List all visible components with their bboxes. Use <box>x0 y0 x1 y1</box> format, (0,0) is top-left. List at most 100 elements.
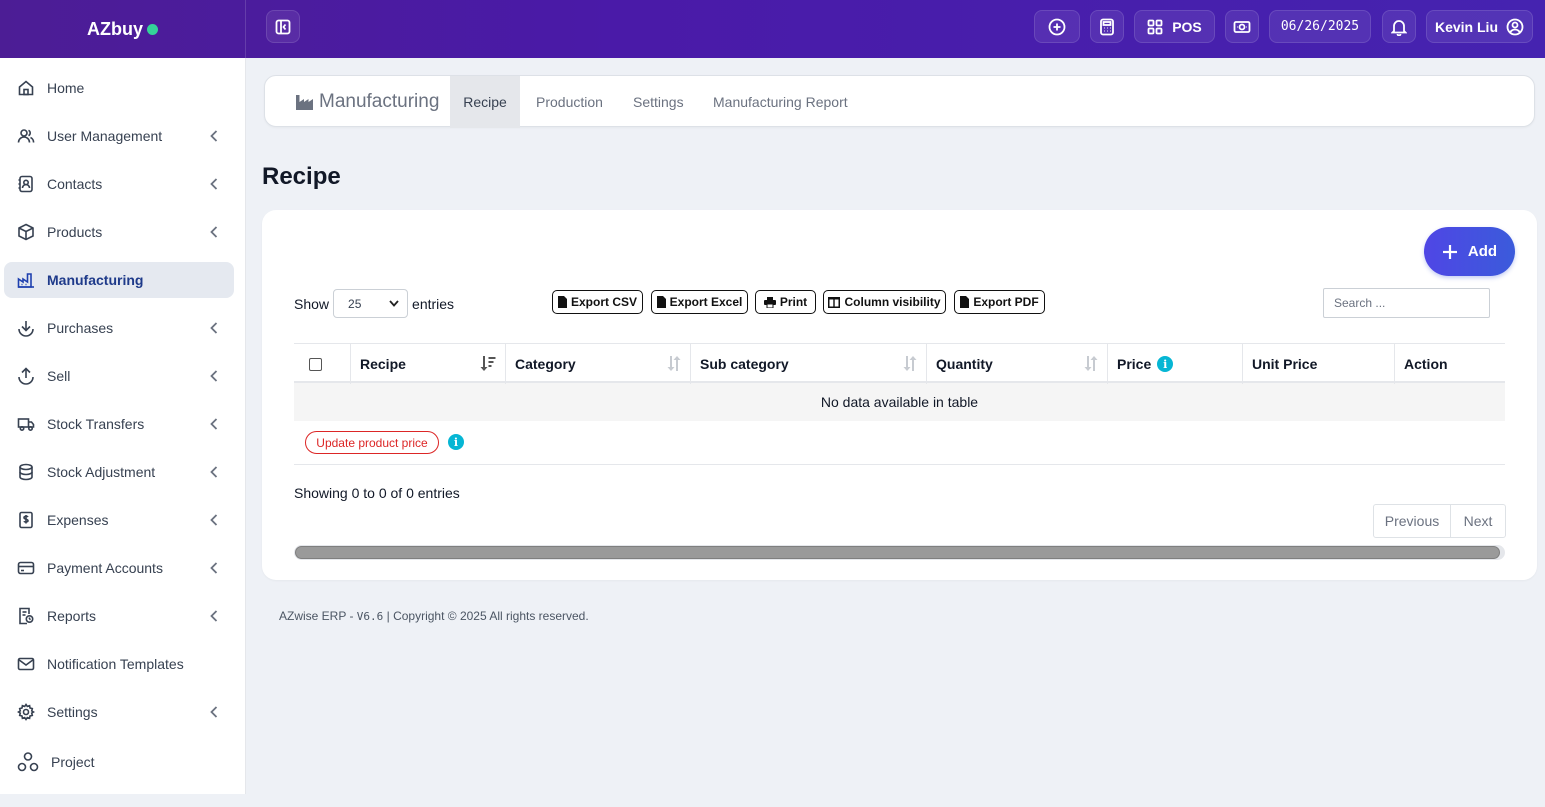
pos-button[interactable]: POS <box>1134 10 1215 43</box>
export-pdf-button[interactable]: Export PDF <box>954 290 1045 314</box>
sidebar-item-contacts[interactable]: Contacts <box>4 166 234 202</box>
chevron-left-icon <box>210 466 218 478</box>
select-all-checkbox[interactable] <box>308 357 322 371</box>
pos-label: POS <box>1172 18 1202 35</box>
tab-manufacturing-report[interactable]: Manufacturing Report <box>713 76 848 128</box>
column-label: Sub category <box>700 356 789 372</box>
column-header-recipe[interactable]: Recipe <box>351 344 506 384</box>
sidebar-item-label: Home <box>47 80 85 96</box>
sidebar-item-label: Stock Transfers <box>47 416 145 432</box>
sidebar-item-label: Settings <box>47 704 98 720</box>
column-visibility-button[interactable]: Column visibility <box>823 290 946 314</box>
sidebar-toggle-button[interactable] <box>266 10 300 43</box>
add-label: Add <box>1467 243 1498 260</box>
page-length-select[interactable]: 25 <box>333 289 409 318</box>
sidebar-item-payment-accounts[interactable]: Payment Accounts <box>4 550 234 586</box>
pagination: Previous Next <box>1373 504 1506 538</box>
tab-production[interactable]: Production <box>536 76 603 128</box>
sidebar-item-settings[interactable]: Settings <box>4 694 234 730</box>
column-label: Quantity <box>936 356 993 372</box>
plus-icon <box>1442 244 1457 259</box>
previous-page-button[interactable]: Previous <box>1374 505 1451 537</box>
truck-icon <box>17 418 35 432</box>
user-name: Kevin Liu <box>1434 18 1498 35</box>
sort-desc-icon <box>480 356 496 371</box>
chevron-left-icon <box>210 370 218 382</box>
sidebar-item-sell[interactable]: Sell <box>4 358 234 394</box>
export-csv-button[interactable]: Export CSV <box>552 290 643 314</box>
column-header-category[interactable]: Category <box>506 344 691 384</box>
notifications-button[interactable] <box>1382 10 1416 43</box>
info-icon[interactable]: i <box>1157 356 1174 372</box>
tab-label: Recipe <box>463 94 507 110</box>
sidebar-item-products[interactable]: Products <box>4 214 234 250</box>
calculator-icon <box>1100 18 1114 35</box>
project-icon <box>17 752 39 772</box>
sidebar-item-project[interactable]: Project <box>4 744 234 780</box>
envelope-icon <box>17 657 35 671</box>
sort-icon <box>1084 356 1098 371</box>
sidebar-item-expenses[interactable]: Expenses <box>4 502 234 538</box>
sidebar-item-manufacturing[interactable]: Manufacturing <box>4 262 234 298</box>
brand-logo[interactable]: AZbuy <box>0 0 246 58</box>
sidebar-item-user-management[interactable]: User Management <box>4 118 234 154</box>
recipe-card: Add Show 25 entries Export CSV Export Ex… <box>262 210 1537 580</box>
tab-recipe[interactable]: Recipe <box>450 76 520 128</box>
quick-add-button[interactable] <box>1034 10 1080 43</box>
column-visibility-label: Column visibility <box>844 295 941 309</box>
sidebar-item-home[interactable]: Home <box>4 70 234 106</box>
sidebar-item-label: Project <box>51 754 95 770</box>
module-name: Manufacturing <box>319 91 440 112</box>
file-csv-icon <box>557 296 567 308</box>
table-info: Showing 0 to 0 of 0 entries <box>294 485 460 501</box>
sidebar-item-reports[interactable]: Reports <box>4 598 234 634</box>
tab-label: Production <box>536 94 603 110</box>
sidebar-item-notification-templates[interactable]: Notification Templates <box>4 646 234 682</box>
horizontal-scrollbar[interactable] <box>294 545 1505 560</box>
search-input[interactable]: Search ... <box>1323 288 1490 318</box>
gear-icon <box>17 703 35 721</box>
contacts-icon <box>18 175 33 193</box>
grid-icon <box>1147 19 1163 34</box>
footer-copyright: | Copyright © 2025 All rights reserved. <box>383 609 589 623</box>
next-page-button[interactable]: Next <box>1451 505 1505 537</box>
sidebar-item-label: Sell <box>47 368 71 384</box>
page-title: Recipe <box>262 163 341 190</box>
current-date: 06/26/2025 <box>1280 19 1360 34</box>
online-status-dot <box>147 23 158 35</box>
chevron-left-icon <box>210 610 218 622</box>
column-header-price[interactable]: Price i <box>1108 344 1243 384</box>
update-product-price-button[interactable]: Update product price <box>305 431 439 454</box>
top-navbar: AZbuy POS 06/26/2025 Kevin Liu <box>0 0 1545 58</box>
export-excel-button[interactable]: Export Excel <box>651 290 748 314</box>
chevron-down-icon <box>389 300 399 307</box>
sort-icon <box>667 356 681 371</box>
module-subnav: Manufacturing Recipe Production Settings… <box>264 75 1535 128</box>
box-icon <box>18 223 34 241</box>
sidebar-item-stock-transfers[interactable]: Stock Transfers <box>4 406 234 442</box>
bell-icon <box>1391 19 1407 36</box>
user-circle-icon <box>1506 18 1524 35</box>
add-recipe-button[interactable]: Add <box>1424 227 1515 276</box>
scrollbar-thumb[interactable] <box>295 546 1500 559</box>
report-icon <box>19 607 34 625</box>
info-icon[interactable]: i <box>448 434 464 450</box>
sidebar: Home User Management Contacts Products M… <box>0 58 246 794</box>
date-display[interactable]: 06/26/2025 <box>1269 10 1371 43</box>
cash-register-button[interactable] <box>1225 10 1259 43</box>
sidebar-item-stock-adjustment[interactable]: Stock Adjustment <box>4 454 234 490</box>
print-button[interactable]: Print <box>755 290 816 314</box>
file-pdf-icon <box>960 296 970 308</box>
print-label: Print <box>779 295 808 309</box>
column-header-sub-category[interactable]: Sub category <box>691 344 927 384</box>
chevron-left-icon <box>210 418 218 430</box>
chevron-left-icon <box>210 514 218 526</box>
sidebar-item-purchases[interactable]: Purchases <box>4 310 234 346</box>
calculator-button[interactable] <box>1090 10 1124 43</box>
column-header-quantity[interactable]: Quantity <box>927 344 1108 384</box>
column-label: Unit Price <box>1252 356 1318 372</box>
user-menu-button[interactable]: Kevin Liu <box>1426 10 1533 43</box>
update-price-label: Update product price <box>316 435 428 450</box>
tab-settings[interactable]: Settings <box>633 76 684 128</box>
module-title[interactable]: Manufacturing <box>295 76 439 128</box>
